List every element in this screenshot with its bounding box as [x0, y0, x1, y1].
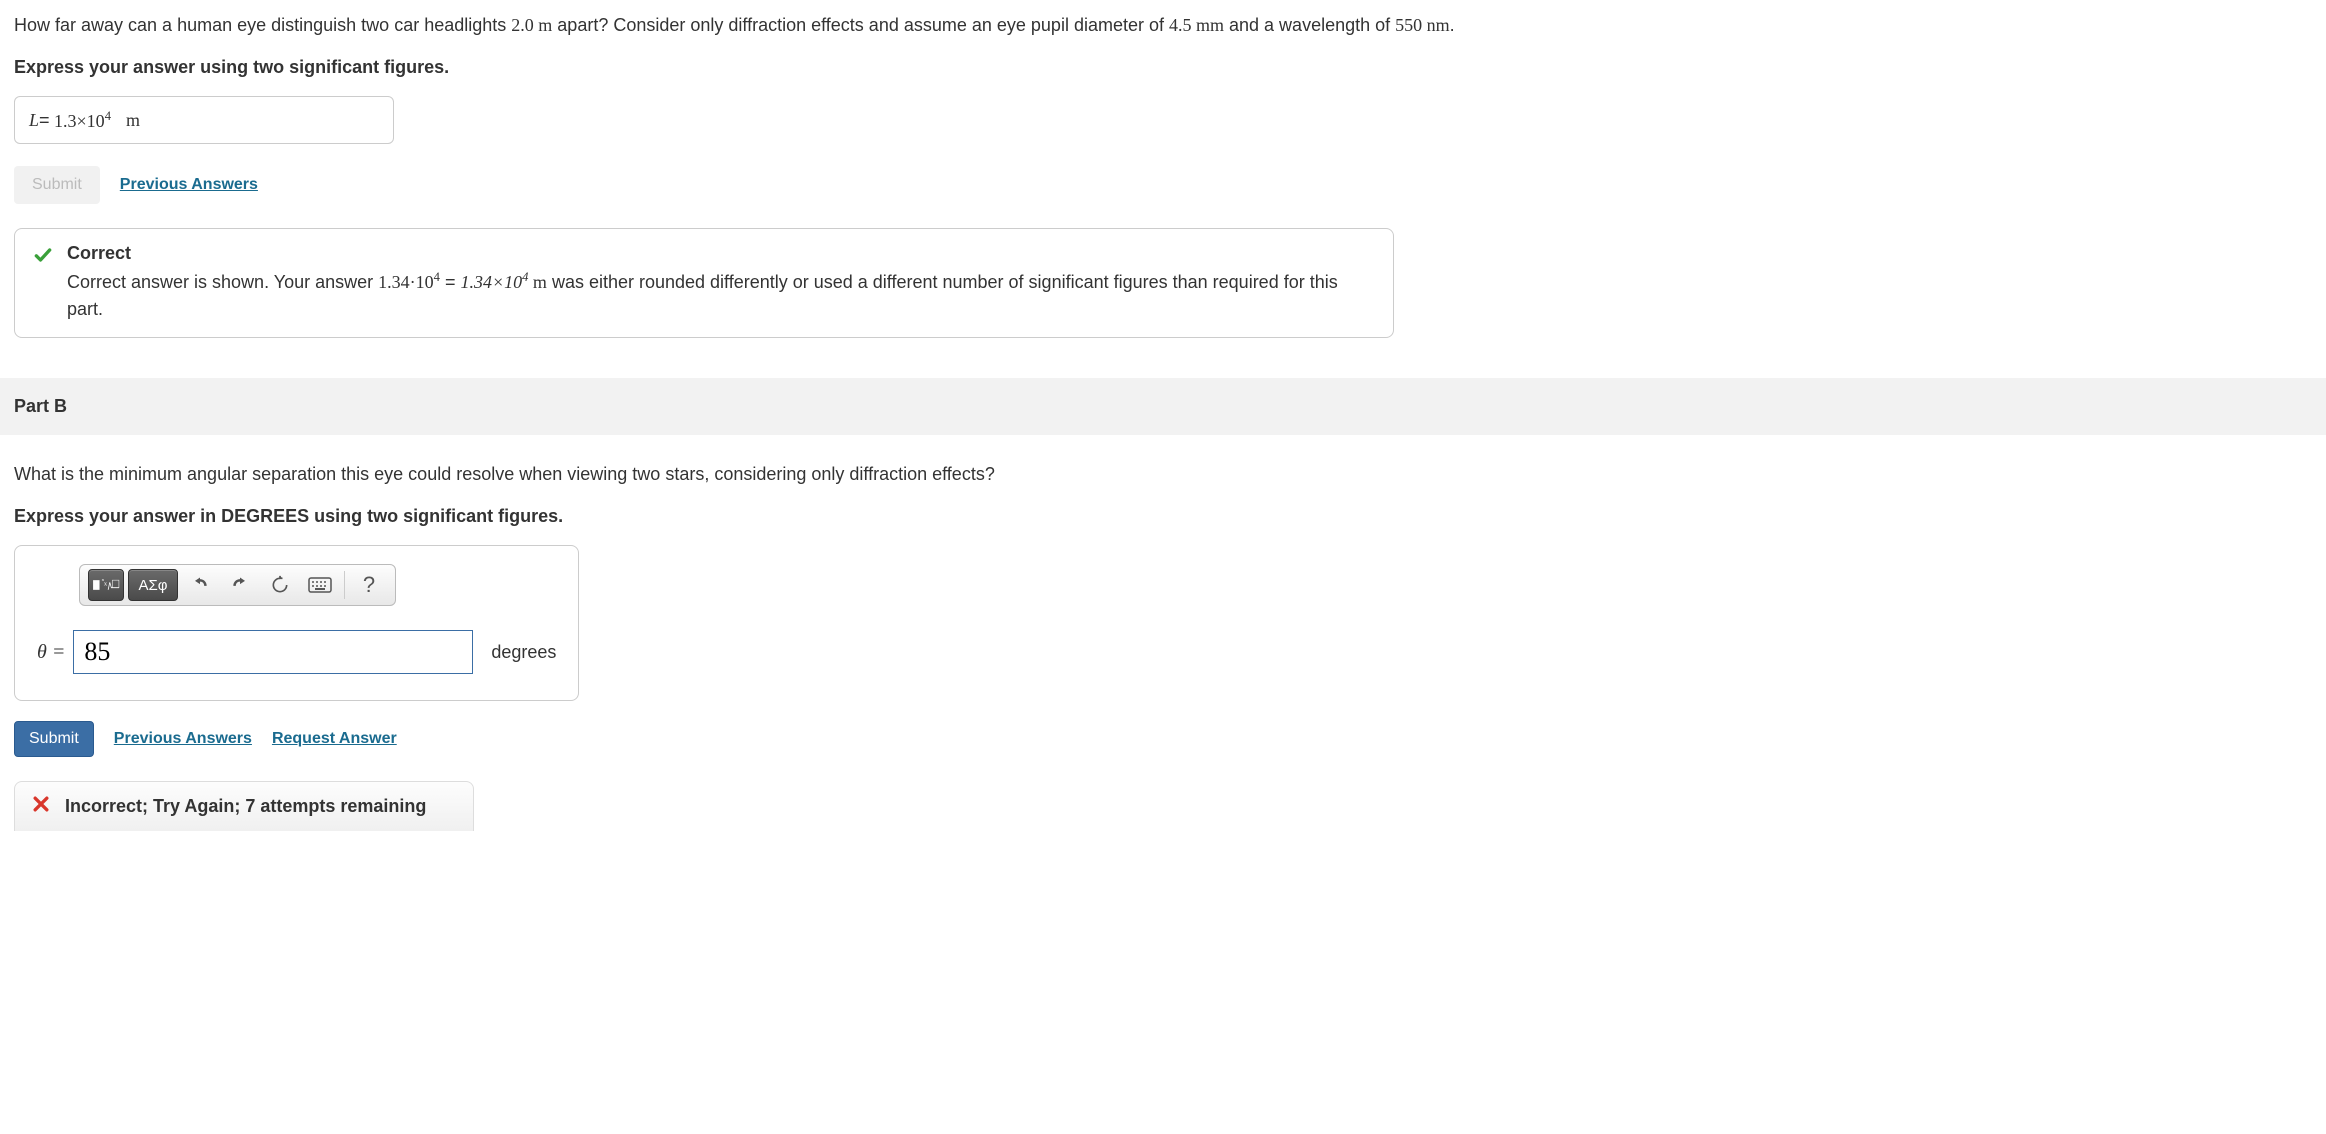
unit-label: degrees: [491, 642, 556, 663]
reset-button[interactable]: [262, 569, 298, 601]
part-a-question: How far away can a human eye distinguish…: [14, 12, 2312, 39]
toolbar-separator: [344, 571, 345, 599]
equals-sign: =: [39, 110, 50, 131]
part-b-feedback: Incorrect; Try Again; 7 attempts remaini…: [14, 781, 474, 831]
feedback-title: Correct: [67, 243, 1375, 264]
answer-unit: m: [117, 110, 140, 131]
feedback-content: Correct Correct answer is shown. Your an…: [67, 243, 1375, 323]
part-a-feedback: Correct Correct answer is shown. Your an…: [14, 228, 1394, 338]
theta-input[interactable]: [73, 630, 473, 674]
keyboard-button[interactable]: [302, 569, 338, 601]
submit-button: Submit: [14, 166, 100, 204]
cross-icon: [31, 794, 51, 819]
request-answer-link[interactable]: Request Answer: [272, 730, 397, 748]
answer-input-row: θ = degrees: [37, 630, 556, 674]
redo-button[interactable]: [222, 569, 258, 601]
equation-editor: xn ΑΣφ ? θ = degrees: [14, 545, 579, 701]
check-icon: [33, 245, 53, 270]
undo-button[interactable]: [182, 569, 218, 601]
templates-button[interactable]: xn: [88, 569, 124, 601]
part-a-answer-display: L = 1.3×104 m: [14, 96, 394, 144]
greek-button[interactable]: ΑΣφ: [128, 569, 178, 601]
feedback-detail: Correct answer is shown. Your answer 1.3…: [67, 268, 1375, 323]
part-a-button-row: Submit Previous Answers: [14, 166, 2312, 204]
question-text: apart? Consider only diffraction effects…: [552, 15, 1169, 35]
answer-value: 1.3×104: [50, 109, 111, 132]
question-value-1: 2.0 m: [511, 15, 552, 35]
question-value-2: 4.5 mm: [1169, 15, 1224, 35]
question-value-3: 550 nm: [1395, 15, 1450, 35]
question-text: How far away can a human eye distinguish…: [14, 15, 511, 35]
part-b-header: Part B: [0, 378, 2326, 435]
part-b-instruction: Express your answer in DEGREES using two…: [14, 506, 2312, 527]
previous-answers-link[interactable]: Previous Answers: [114, 730, 252, 748]
variable-label: L: [29, 110, 39, 131]
part-b-question: What is the minimum angular separation t…: [14, 461, 2312, 488]
part-a-instruction: Express your answer using two significan…: [14, 57, 2312, 78]
editor-toolbar: xn ΑΣφ ?: [79, 564, 396, 606]
question-text: and a wavelength of: [1224, 15, 1395, 35]
svg-text:x: x: [104, 581, 108, 588]
feedback-title: Incorrect; Try Again; 7 attempts remaini…: [65, 796, 426, 817]
question-text: .: [1450, 15, 1455, 35]
help-button[interactable]: ?: [351, 569, 387, 601]
submit-button[interactable]: Submit: [14, 721, 94, 757]
variable-label: θ =: [37, 641, 65, 664]
part-b-button-row: Submit Previous Answers Request Answer: [14, 721, 2312, 757]
previous-answers-link[interactable]: Previous Answers: [120, 176, 258, 194]
